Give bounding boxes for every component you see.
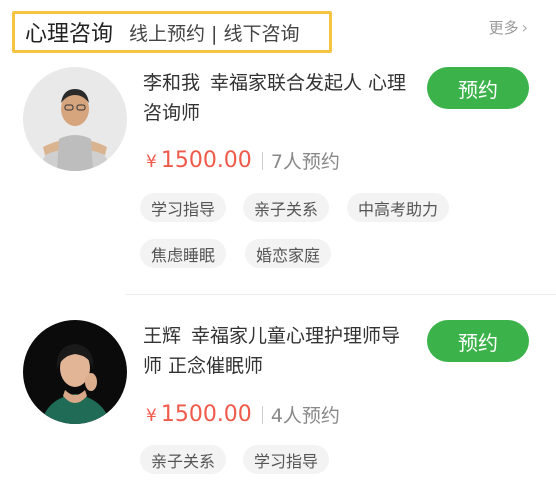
price-row: ¥1500.00 7人预约 [146,147,340,174]
booking-count: 7人预约 [270,151,340,173]
avatar [23,67,127,171]
tag[interactable]: 婚恋家庭 [245,239,332,268]
counselor-name: 李和我 [143,72,201,94]
tag[interactable]: 亲子关系 [140,445,227,474]
counselor-title-line1: 幸福家联合发起人 心理 [210,72,407,94]
tag[interactable]: 亲子关系 [243,193,330,222]
tag[interactable]: 学习指导 [243,445,330,474]
counselor-name: 王辉 [143,325,182,347]
price-value: 1500.00 [160,148,252,173]
book-button[interactable]: 预约 [427,320,529,362]
currency-symbol: ¥ [146,406,157,426]
tag[interactable]: 学习指导 [140,193,227,222]
counselor-title-line2: 师 正念催眠师 [143,355,264,377]
counselor-name-title: 王辉 幸福家儿童心理护理师导 师 正念催眠师 [143,321,413,381]
tag[interactable]: 焦虑睡眠 [140,239,227,268]
counselor-card[interactable]: 李和我 幸福家联合发起人 心理 咨询师 预约 ¥1500.00 7人预约 学习指导… [0,0,556,294]
divider [261,405,263,424]
price: ¥1500.00 [146,148,252,173]
counselor-name-title: 李和我 幸福家联合发起人 心理 咨询师 [143,68,413,128]
price-value: 1500.00 [160,402,252,427]
price: ¥1500.00 [146,402,252,427]
currency-symbol: ¥ [146,152,157,172]
divider [261,151,263,170]
avatar [23,320,127,424]
tag[interactable]: 中高考助力 [347,193,450,222]
book-button[interactable]: 预约 [427,67,529,109]
price-row: ¥1500.00 4人预约 [146,401,340,428]
booking-count: 4人预约 [270,405,340,427]
counselor-title-line2: 咨询师 [143,102,201,124]
counselor-title-line1: 幸福家儿童心理护理师导 [191,325,401,347]
counselor-card[interactable]: 王辉 幸福家儿童心理护理师导 师 正念催眠师 预约 ¥1500.00 4人预约 亲… [0,295,556,494]
